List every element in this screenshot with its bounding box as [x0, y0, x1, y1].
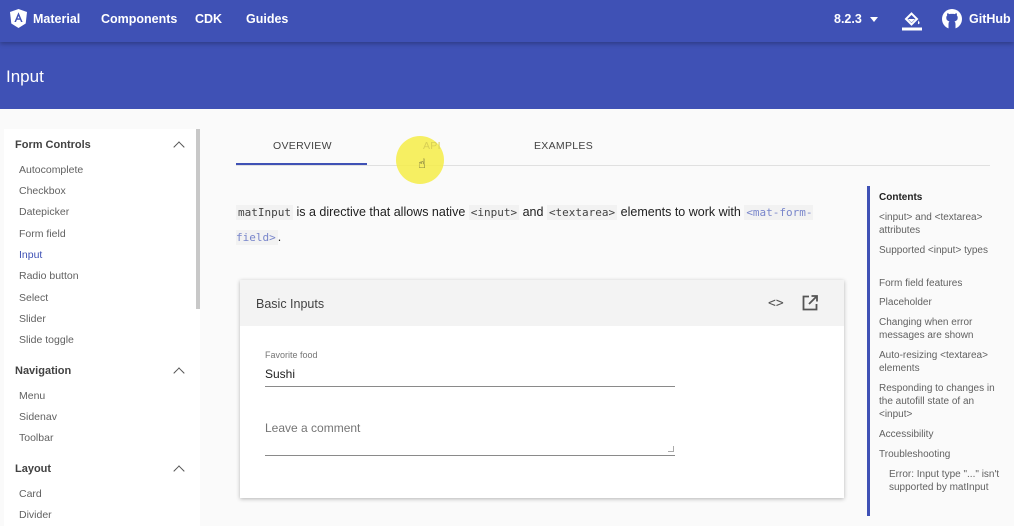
sidenav-item-autocomplete[interactable]: Autocomplete — [19, 164, 83, 176]
doc-tabs: OVERVIEW API EXAMPLES — [236, 132, 990, 166]
toc-title: Contents — [879, 192, 923, 203]
nav-guides-link[interactable]: Guides — [246, 12, 288, 26]
toc-link[interactable]: Form field features — [879, 277, 1005, 290]
toc-link[interactable]: Responding to changes in the autofill st… — [879, 382, 1005, 421]
code-icon[interactable]: <> — [768, 296, 784, 311]
chevron-up-icon[interactable] — [173, 367, 185, 379]
sidenav-item-checkbox[interactable]: Checkbox — [19, 185, 66, 197]
nav-cdk-link[interactable]: CDK — [195, 12, 222, 26]
open-in-new-icon[interactable] — [802, 295, 818, 311]
sidenav-item-select[interactable]: Select — [19, 292, 48, 304]
active-tab-indicator — [236, 163, 367, 165]
sidenav-item-form-field[interactable]: Form field — [19, 228, 66, 240]
chevron-up-icon[interactable] — [173, 141, 185, 153]
toc-link[interactable]: <input> and <textarea> attributes — [879, 211, 1005, 237]
toc-link[interactable]: Changing when error messages are shown — [879, 316, 1005, 342]
sidenav: Form Controls Autocomplete Checkbox Date… — [4, 129, 200, 526]
example-title: Basic Inputs — [256, 297, 325, 311]
hand-pointer-cursor-icon: ☝ — [418, 156, 426, 171]
toc-link[interactable]: Supported <input> types — [879, 244, 1005, 257]
top-toolbar: Material Components CDK Guides 8.2.3 Git… — [0, 0, 1014, 42]
example-card-header: Basic Inputs <> — [240, 280, 844, 326]
inline-code: matInput — [236, 205, 293, 220]
sidenav-item-divider[interactable]: Divider — [19, 509, 52, 521]
chevron-up-icon[interactable] — [173, 465, 185, 477]
brand-label: Material — [33, 11, 81, 26]
page-header: Input — [0, 42, 1014, 109]
favorite-food-input[interactable]: Sushi — [265, 367, 295, 381]
resize-handle-icon[interactable] — [668, 446, 674, 452]
comment-underline — [265, 455, 675, 456]
toc-link[interactable]: Placeholder — [879, 296, 1005, 309]
intro-text: elements to work with — [617, 205, 745, 219]
sidenav-item-menu[interactable]: Menu — [19, 390, 45, 402]
page-title: Input — [6, 67, 44, 86]
tab-examples[interactable]: EXAMPLES — [534, 140, 593, 152]
toc-link[interactable]: Accessibility — [879, 428, 1005, 441]
sidenav-item-radio-button[interactable]: Radio button — [19, 270, 79, 282]
sidenav-group-title[interactable]: Navigation — [15, 365, 71, 377]
comment-textarea[interactable]: Leave a comment — [265, 421, 360, 435]
intro-text: is a directive that allows native — [292, 205, 469, 219]
toc-sub-link[interactable]: Error: Input type "..." isn't supported … — [889, 468, 1001, 494]
sidenav-item-input[interactable]: Input — [19, 249, 42, 261]
tab-api[interactable]: API — [423, 140, 441, 152]
inline-code: <input> — [468, 205, 520, 220]
sidenav-scrollbar[interactable] — [196, 129, 200, 309]
intro-text: and — [519, 205, 547, 219]
intro-paragraph: matInput is a directive that allows nati… — [236, 200, 832, 250]
table-of-contents: Contents <input> and <textarea> attribut… — [867, 186, 1007, 516]
sidenav-item-slider[interactable]: Slider — [19, 313, 46, 325]
favorite-food-label: Favorite food — [265, 350, 318, 360]
angular-logo-icon — [10, 9, 27, 28]
chevron-down-icon — [869, 16, 878, 22]
tab-overview[interactable]: OVERVIEW — [273, 140, 332, 152]
intro-text: . — [277, 230, 282, 244]
sidenav-group-title[interactable]: Layout — [15, 463, 51, 475]
github-icon — [942, 9, 962, 29]
inline-code: <textarea> — [546, 205, 618, 220]
sidenav-item-slide-toggle[interactable]: Slide toggle — [19, 334, 74, 346]
github-link[interactable]: GitHub — [942, 9, 1011, 29]
nav-components-link[interactable]: Components — [101, 12, 177, 26]
material-home-link[interactable]: Material — [10, 9, 80, 28]
example-card: Basic Inputs <> Favorite food Sushi Leav… — [240, 280, 844, 498]
version-picker[interactable]: 8.2.3 — [834, 12, 878, 26]
sidenav-item-toolbar[interactable]: Toolbar — [19, 432, 53, 444]
version-label: 8.2.3 — [834, 12, 862, 26]
sidenav-item-datepicker[interactable]: Datepicker — [19, 206, 69, 218]
sidenav-item-sidenav[interactable]: Sidenav — [19, 411, 57, 423]
toc-link[interactable]: Auto-resizing <textarea> elements — [879, 349, 1005, 375]
sidenav-item-card[interactable]: Card — [19, 488, 42, 500]
toc-link[interactable]: Troubleshooting — [879, 448, 1005, 461]
sidenav-group-title[interactable]: Form Controls — [15, 139, 91, 151]
favorite-food-underline — [265, 386, 675, 387]
format-color-fill-icon[interactable] — [902, 10, 922, 37]
github-label: GitHub — [969, 12, 1011, 26]
